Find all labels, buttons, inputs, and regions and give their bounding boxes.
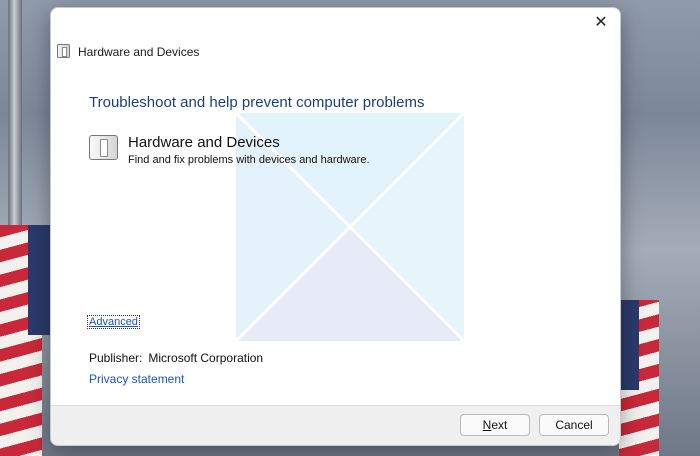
next-button[interactable]: Next (460, 414, 530, 436)
item-description: Find and fix problems with devices and h… (128, 154, 370, 166)
publisher-info: Publisher: Microsoft Corporation (89, 351, 263, 365)
publisher-label: Publisher: (89, 351, 143, 365)
item-title: Hardware and Devices (128, 134, 280, 151)
close-button[interactable]: ✕ (590, 12, 612, 34)
cancel-button[interactable]: Cancel (539, 414, 609, 436)
privacy-statement-link[interactable]: Privacy statement (89, 372, 184, 386)
publisher-value: Microsoft Corporation (148, 351, 264, 365)
page-heading: Troubleshoot and help prevent computer p… (89, 94, 425, 111)
window-title: Hardware and Devices (78, 45, 200, 59)
advanced-link[interactable]: Advanced (87, 315, 140, 329)
title-bar: ✕ (51, 8, 620, 48)
close-icon: ✕ (594, 14, 608, 31)
dialog-footer: Next Cancel (51, 405, 620, 445)
hardware-device-title-icon (57, 44, 70, 58)
background-flag-canton-right (619, 300, 639, 390)
background-flag-canton-left (28, 225, 50, 335)
hardware-device-icon (89, 135, 118, 160)
troubleshooter-dialog: ✕ Hardware and Devices Troubleshoot and … (50, 7, 621, 446)
